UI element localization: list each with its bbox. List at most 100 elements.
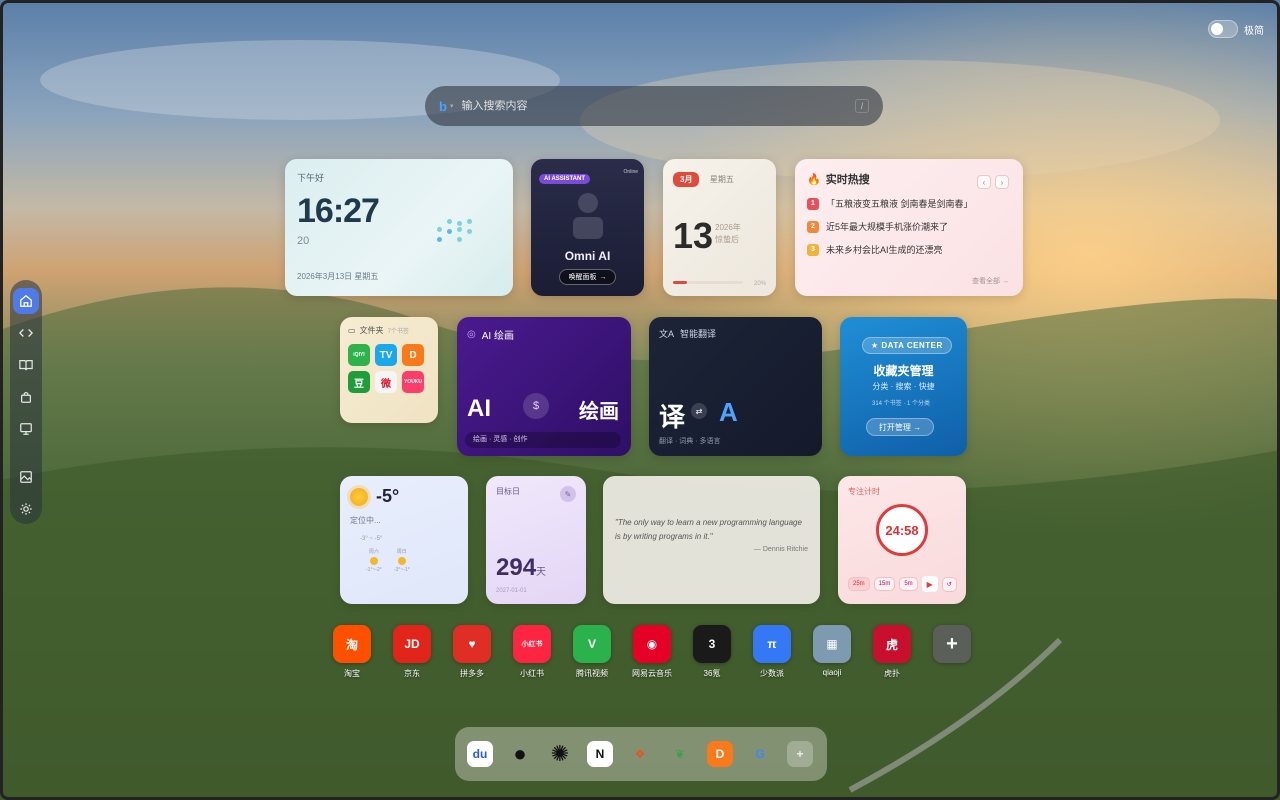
calendar-month: 3月 — [673, 172, 700, 187]
gear-icon[interactable] — [13, 496, 39, 522]
folder-app[interactable]: D — [402, 344, 424, 366]
forecast-range: -1°~-2° — [366, 567, 382, 573]
ai-badge: AI ASSISTANT — [539, 174, 591, 184]
hot-title: 实时热搜 — [825, 174, 870, 186]
book-icon[interactable] — [13, 352, 39, 378]
bing-icon[interactable]: b — [439, 99, 447, 114]
folder-app[interactable]: TV — [375, 344, 397, 366]
search-input[interactable] — [461, 100, 855, 112]
prev-arrow-icon[interactable]: ‹ — [977, 175, 991, 189]
target-days-number: 294 — [496, 554, 537, 581]
reset-icon[interactable]: ↺ — [941, 576, 957, 592]
folder-app[interactable]: 豆 — [348, 371, 370, 393]
data-center-meta: 314 个书签 · 1 个分类 — [872, 401, 931, 407]
app-shortcut[interactable]: 虎虎扑 — [873, 625, 911, 679]
app-shortcut[interactable]: π 少数派 — [753, 625, 791, 679]
target-day-widget[interactable]: 目标日 ✎ 294天 2027-01-01 — [486, 476, 586, 604]
app-shortcut[interactable]: JD 京东 — [393, 625, 431, 679]
play-icon[interactable]: ▶ — [921, 576, 938, 592]
openai-icon[interactable]: ✺ — [547, 741, 573, 767]
next-arrow-icon[interactable]: › — [995, 175, 1009, 189]
toggle-switch[interactable] — [1208, 20, 1238, 38]
weather-widget[interactable]: -5° 定位中... -3° ~ -5° 周六 -1°~-2° 周日 -3°~-1° — [340, 476, 468, 604]
baidu-icon[interactable]: du — [467, 741, 493, 767]
focus-controls: 25m 15m 5m ▶ ↺ — [848, 576, 957, 592]
translate-icon: 文A — [659, 329, 675, 339]
translate-widget[interactable]: 文A 智能翻译 译 ⇄ A 翻译 · 词典 · 多语言 — [649, 317, 822, 456]
google-icon[interactable]: G — [747, 741, 773, 767]
app-icon: JD — [393, 625, 431, 663]
focus-preset-button[interactable]: 25m — [848, 577, 870, 591]
app-shortcut[interactable]: ▦ qiaoji — [813, 625, 851, 679]
app-label: 少数派 — [760, 669, 784, 678]
calendar-year-block: 2026年 惊蛰后 — [715, 222, 741, 246]
folder-app[interactable]: 微 — [375, 371, 397, 393]
app-shortcut[interactable]: 3 36氪 — [693, 625, 731, 679]
app-label: 京东 — [404, 669, 420, 678]
hot-search-widget[interactable]: 🔥 实时热搜 ‹ › 1 「五粮液变五粮液 剑南春是剑南春」 2 近5年最大规模手机涨价潮… — [795, 159, 1023, 296]
image-icon[interactable] — [13, 464, 39, 490]
dots-decoration-icon — [437, 219, 473, 245]
folder-widget[interactable]: ▭ 文件夹 7个书签 iQIYI TV D 豆微 YOUKU — [340, 317, 438, 423]
figma-icon[interactable]: ❖ — [627, 741, 653, 767]
clock-widget[interactable]: 下午好 16:27 20 2026年3月13日 星期五 — [285, 159, 513, 296]
ai-assistant-widget[interactable]: AI ASSISTANT Online Omni AI 唤醒面板 → — [531, 159, 644, 296]
translate-tags: 翻译 · 词典 · 多语言 — [659, 438, 721, 445]
bag-icon[interactable] — [13, 384, 39, 410]
folder-icon: ▭ — [348, 326, 356, 335]
folder-app[interactable]: YOUKU — [402, 371, 424, 393]
sun-icon — [350, 487, 368, 506]
folder-app[interactable]: iQIYI — [348, 344, 370, 366]
app-shortcut[interactable]: ◉ 网易云音乐 — [632, 625, 672, 679]
weather-location: 定位中... — [350, 516, 381, 525]
hot-item[interactable]: 3 未来乡村会比AI生成的还漂亮 — [807, 243, 1011, 256]
target-date: 2027-01-01 — [496, 588, 527, 594]
app-icon: ◉ — [633, 625, 671, 663]
open-manager-button[interactable]: 打开管理 → — [866, 418, 934, 436]
add-app-button[interactable]: + — [933, 625, 971, 679]
data-center-badge: ★ DATA CENTER — [862, 337, 952, 354]
toggle-label: 极简 — [1244, 25, 1264, 37]
app-shortcut[interactable]: 淘淘宝 — [333, 625, 371, 679]
quote-text: "The only way to learn a new programming… — [615, 518, 802, 541]
data-center-widget[interactable]: ★ DATA CENTER 收藏夹管理 分类 · 搜索 · 快捷 314 个书签… — [840, 317, 967, 456]
hot-item[interactable]: 1 「五粮液变五粮液 剑南春是剑南春」 — [807, 197, 1011, 210]
hot-item[interactable]: 2 近5年最大规模手机涨价潮来了 — [807, 220, 1011, 233]
app-shortcut[interactable]: V 腾讯视频 — [573, 625, 611, 679]
app-shortcut[interactable]: ♥ 拼多多 — [453, 625, 491, 679]
edit-icon[interactable]: ✎ — [560, 486, 576, 502]
weather-temp: -5° — [376, 486, 400, 506]
swap-icon[interactable]: ⇄ — [691, 403, 707, 419]
code-icon[interactable] — [13, 320, 39, 346]
monitor-icon[interactable] — [13, 416, 39, 442]
fire-icon: 🔥 — [807, 173, 821, 186]
notion-icon[interactable]: N — [587, 741, 613, 767]
ai-drawing-widget[interactable]: ◎ AI 绘画 AI $ 绘画 绘画 · 灵感 · 创作 — [457, 317, 631, 456]
search-bar[interactable]: b ▾ / — [425, 86, 883, 126]
focus-preset-button[interactable]: 5m — [899, 577, 918, 591]
hot-rank: 3 — [807, 243, 819, 256]
view-all-link[interactable]: 查看全部 → — [972, 276, 1009, 286]
app-shortcut[interactable]: 小红书 小红书 — [513, 625, 551, 679]
translate-zh: 译 — [659, 402, 686, 432]
chevron-down-icon[interactable]: ▾ — [450, 102, 454, 110]
github-icon[interactable]: ● — [507, 741, 533, 767]
translate-title: 智能翻译 — [680, 329, 717, 339]
app-label: 小红书 — [520, 669, 544, 678]
quote-widget[interactable]: "The only way to learn a new programming… — [603, 476, 820, 604]
app-label: qiaoji — [822, 668, 842, 677]
focus-timer-widget[interactable]: 专注计时 24:58 25m 15m 5m ▶ ↺ — [838, 476, 966, 604]
target-days: 294天 — [496, 554, 546, 582]
greeting: 下午好 — [297, 173, 325, 183]
calendar-widget[interactable]: 3月 星期五 13 2026年 惊蛰后 20% — [663, 159, 776, 296]
plus-icon: + — [933, 625, 971, 663]
add-icon[interactable]: + — [787, 741, 813, 767]
wake-panel-button[interactable]: 唤醒面板 → — [559, 269, 616, 285]
target-days-unit: 天 — [536, 567, 547, 578]
home-icon[interactable] — [13, 288, 39, 314]
dopamine-icon[interactable]: D — [707, 741, 733, 767]
dock: du ● ✺ N ❖ ❦ D G + — [455, 727, 827, 781]
focus-preset-button[interactable]: 15m — [873, 577, 896, 591]
minimal-mode-toggle[interactable]: 极简 — [1208, 20, 1264, 38]
leaf-icon[interactable]: ❦ — [667, 741, 693, 767]
